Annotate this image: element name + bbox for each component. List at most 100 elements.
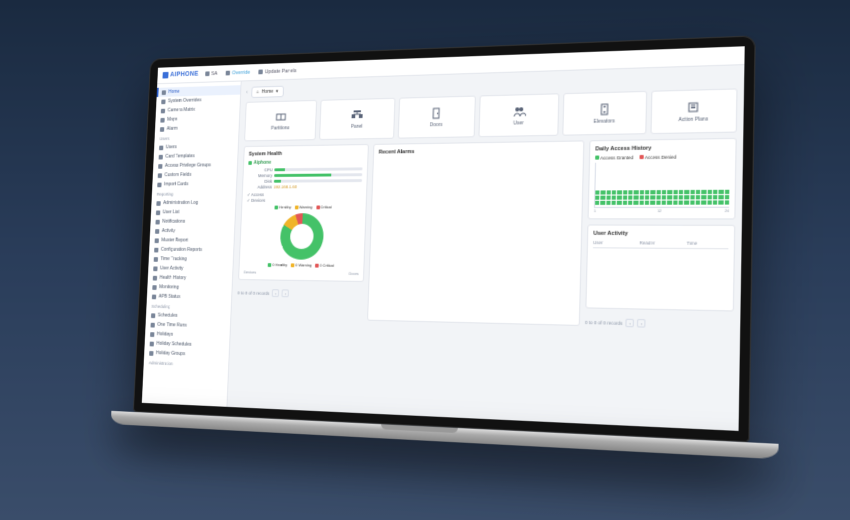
sidebar-group-reporting: Reporting xyxy=(152,189,236,199)
top-link-override[interactable]: Override xyxy=(226,69,250,75)
summary-item: 0 Critical xyxy=(315,263,334,268)
grid-icon xyxy=(205,71,209,76)
hist-bar xyxy=(628,190,633,205)
card-icon xyxy=(159,154,163,159)
hist-bar xyxy=(667,190,672,205)
brand-text: AIPHONE xyxy=(170,71,199,78)
hist-bar xyxy=(617,190,622,205)
flag-icon xyxy=(152,294,156,299)
user-icon xyxy=(159,145,163,150)
hist-bar xyxy=(673,190,678,205)
list-icon xyxy=(156,201,160,206)
door-icon xyxy=(430,106,444,120)
health-donut-chart xyxy=(279,213,324,260)
hist-bar xyxy=(611,190,616,205)
bell-icon xyxy=(160,127,164,132)
sidebar-item-notifications[interactable]: Notifications xyxy=(150,217,234,227)
prev-page-button[interactable]: ‹ xyxy=(626,319,635,328)
calendar-icon xyxy=(151,313,155,318)
tile-panel[interactable]: Panel xyxy=(319,98,395,140)
access-histogram xyxy=(594,161,730,208)
sidebar-item-administration-log[interactable]: Administration Log xyxy=(151,198,235,208)
app-screen: AIPHONE SA Override Update Panels Home Syst… xyxy=(142,46,745,431)
col-user: User xyxy=(593,240,633,245)
prev-page-button[interactable]: ‹ xyxy=(272,289,279,297)
user-activity-card: User Activity UserReaderTime xyxy=(585,224,735,311)
card-title: Recent Alarms xyxy=(379,147,579,156)
tile-partitions[interactable]: Partitions xyxy=(244,100,317,141)
sidebar-group-administration: Administration xyxy=(144,357,229,370)
hist-bar xyxy=(656,190,661,205)
user-icon xyxy=(156,210,160,215)
legend-item: Healthy xyxy=(275,205,292,210)
brand-logo: AIPHONE xyxy=(162,71,198,79)
hist-bar xyxy=(606,190,611,205)
hist-bar xyxy=(623,190,628,205)
download-icon xyxy=(157,182,161,187)
hist-bar xyxy=(701,189,706,204)
card-title: System Health xyxy=(249,150,363,157)
camera-icon xyxy=(161,108,165,113)
table-header: User Reader Time xyxy=(593,240,729,249)
status-dot-icon xyxy=(248,161,252,165)
main-content: ‹ ⌂ Home ▾ PartitionsPanelDoorsUserEleva… xyxy=(227,65,744,431)
tile-elevators[interactable]: Elevators xyxy=(563,91,647,136)
chevron-down-icon: ▾ xyxy=(276,89,278,95)
col-time: Time xyxy=(687,241,729,247)
hist-bar xyxy=(601,190,606,205)
hist-bar xyxy=(662,190,667,205)
users-icon xyxy=(512,104,526,118)
sun-icon xyxy=(150,332,154,337)
shield-icon xyxy=(161,99,165,104)
top-nav: SA Override Update Panels xyxy=(205,68,296,77)
hist-bar xyxy=(639,190,644,205)
sidebar-item-activity[interactable]: Activity xyxy=(150,226,234,236)
tile-action-plans[interactable]: Action Plans xyxy=(650,88,737,134)
pager: 0 to 0 of 0 records ‹ › xyxy=(585,318,734,330)
sidebar-item-import-cards[interactable]: Import Cards xyxy=(152,179,236,189)
hist-bar xyxy=(595,190,600,205)
partition-icon xyxy=(274,110,287,124)
hist-bar xyxy=(707,189,712,204)
home-icon: ⌂ xyxy=(256,89,259,95)
next-page-button[interactable]: › xyxy=(637,319,646,328)
hist-bar xyxy=(684,189,689,204)
tile-row: PartitionsPanelDoorsUserElevatorsAction … xyxy=(244,88,737,141)
pager-text: 0 to 0 of 0 records xyxy=(237,290,269,295)
play-icon xyxy=(151,322,155,327)
doc-icon xyxy=(155,238,159,243)
hist-bar xyxy=(650,190,655,205)
pager: 0 to 0 of 0 records ‹ › xyxy=(237,289,363,299)
elevator-icon xyxy=(597,102,612,117)
hist-bar xyxy=(645,190,650,205)
legend-item: Critical xyxy=(316,205,332,210)
map-icon xyxy=(160,117,164,122)
col-reader: Reader xyxy=(639,240,680,246)
brand-icon xyxy=(162,72,168,79)
tile-user[interactable]: User xyxy=(478,93,559,137)
sidebar-item-user-list[interactable]: User List xyxy=(151,208,235,217)
top-link-update-panels[interactable]: Update Panels xyxy=(259,68,297,75)
pager-text: 0 to 0 of 0 records xyxy=(585,319,623,325)
panel-name: Aiphone xyxy=(248,159,363,166)
breadcrumb-label: Home xyxy=(262,89,274,95)
lock-icon xyxy=(158,164,162,169)
panel-icon xyxy=(350,108,363,122)
summary-item: 0 Healthy xyxy=(268,262,288,267)
plan-icon xyxy=(686,100,701,115)
laptop-mockup: AIPHONE SA Override Update Panels Home Syst… xyxy=(132,35,756,475)
recent-alarms-card: Recent Alarms xyxy=(367,140,584,326)
next-page-button[interactable]: › xyxy=(282,289,289,297)
tile-doors[interactable]: Doors xyxy=(397,96,475,139)
chevron-left-icon[interactable]: ‹ xyxy=(246,90,248,96)
top-link-sa[interactable]: SA xyxy=(205,71,217,77)
eye-icon xyxy=(152,285,156,290)
system-health-card: System Health Aiphone CPUMemoryDisk Addr… xyxy=(238,144,369,282)
bell-icon xyxy=(155,219,159,224)
breadcrumb[interactable]: ⌂ Home ▾ xyxy=(251,86,284,98)
clock-icon xyxy=(154,257,158,262)
doc-icon xyxy=(154,247,158,252)
gear-icon xyxy=(158,173,162,178)
hist-bar xyxy=(690,189,695,204)
legend-item: Warning xyxy=(295,205,313,210)
